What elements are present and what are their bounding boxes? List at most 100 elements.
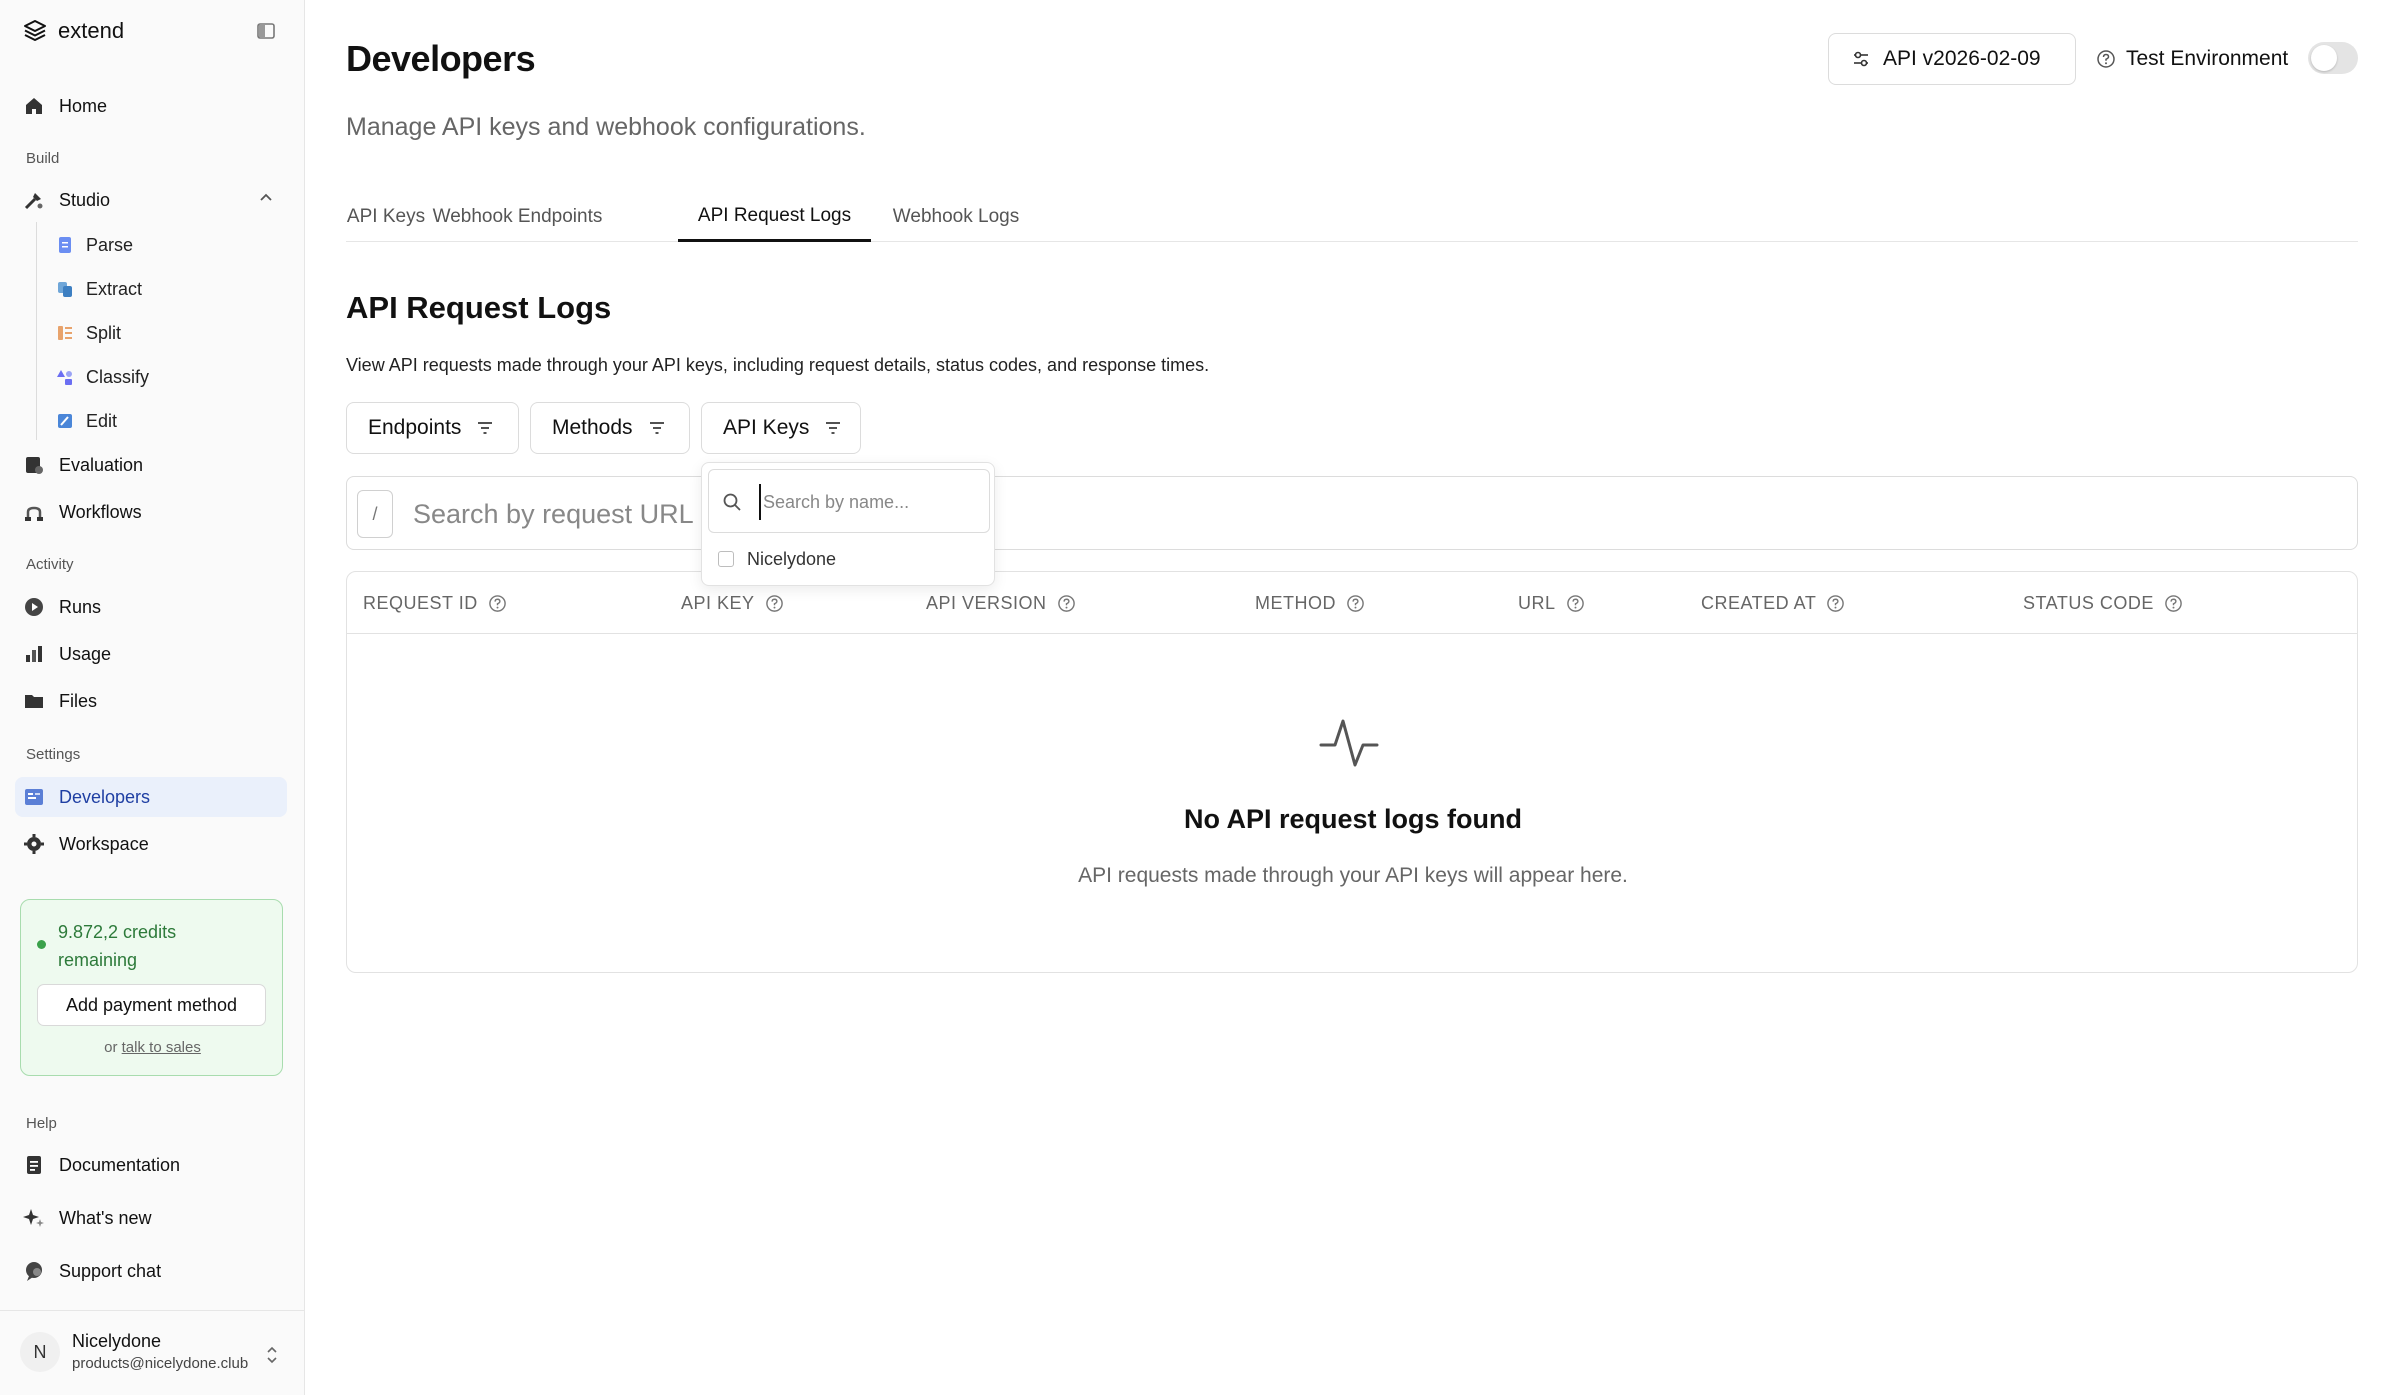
section-label-help: Help — [26, 1115, 57, 1132]
empty-state-title: No API request logs found — [1183, 804, 1522, 834]
developers-icon — [25, 789, 43, 805]
tab-webhook-logs[interactable]: Webhook Logs — [871, 192, 1041, 242]
test-environment-toggle[interactable] — [2308, 42, 2358, 74]
toggle-knob — [2311, 45, 2337, 71]
sidebar: extend Home Build Studio Parse Extract S… — [0, 0, 305, 1395]
table-header: REQUEST ID API KEY API VERSION METHOD UR… — [347, 572, 2357, 634]
sidebar-item-runs[interactable]: Runs — [15, 587, 287, 627]
tab-api-request-logs[interactable]: API Request Logs — [678, 192, 871, 242]
parse-icon — [59, 237, 71, 253]
sidebar-item-workspace[interactable]: Workspace — [15, 824, 287, 864]
api-version-button[interactable]: API v2026-02-09 — [1828, 33, 2076, 85]
help-circle-icon[interactable] — [765, 594, 784, 613]
studio-tree-line — [36, 222, 37, 440]
api-key-search-input[interactable] — [759, 484, 979, 520]
chevron-up-icon[interactable] — [258, 190, 274, 206]
play-icon — [25, 598, 43, 616]
column-created-at[interactable]: CREATED AT — [1701, 572, 1845, 634]
sparkle-icon — [23, 1209, 44, 1227]
document-icon — [27, 1156, 41, 1174]
credits-status-dot — [37, 940, 46, 949]
sidebar-subitem-classify[interactable]: Classify — [56, 360, 149, 394]
request-search-bar: / — [346, 476, 2358, 550]
help-circle-icon[interactable] — [1057, 594, 1076, 613]
avatar: N — [20, 1332, 60, 1372]
help-circle-icon[interactable] — [2164, 594, 2183, 613]
folder-icon — [25, 695, 43, 708]
api-keys-dropdown: Nicelydone — [701, 462, 995, 586]
filter-icon — [478, 422, 493, 434]
search-icon — [723, 493, 741, 511]
section-label-activity: Activity — [26, 556, 74, 573]
sidebar-item-documentation[interactable]: Documentation — [15, 1145, 287, 1185]
support-chat-icon — [26, 1262, 42, 1281]
talk-to-sales-link[interactable]: talk to sales — [122, 1039, 201, 1056]
help-circle-icon[interactable] — [2096, 49, 2116, 69]
sidebar-item-support-chat[interactable]: Support chat — [15, 1251, 287, 1291]
api-keys-filter-button[interactable]: API Keys — [701, 402, 861, 454]
chevron-up-down-icon — [267, 1346, 277, 1364]
empty-state-description: API requests made through your API keys … — [1078, 864, 1628, 887]
help-circle-icon[interactable] — [1346, 594, 1365, 613]
section-title: API Request Logs — [346, 290, 612, 325]
add-payment-method-button[interactable]: Add payment method — [37, 984, 266, 1026]
sidebar-item-whats-new[interactable]: What's new — [15, 1198, 287, 1238]
collapse-sidebar-icon[interactable] — [256, 21, 276, 41]
activity-pulse-icon — [1319, 719, 1379, 767]
tab-webhook-endpoints[interactable]: Webhook Endpoints — [426, 192, 609, 242]
tab-api-keys[interactable]: API Keys — [346, 192, 426, 242]
bar-chart-icon — [26, 646, 42, 662]
section-description: View API requests made through your API … — [346, 355, 1210, 375]
section-label-settings: Settings — [26, 746, 81, 763]
request-search-input[interactable] — [413, 491, 2313, 537]
gear-icon — [24, 834, 44, 854]
sidebar-item-workflows[interactable]: Workflows — [15, 492, 287, 532]
filter-icon — [649, 422, 664, 434]
split-icon — [58, 326, 72, 340]
sidebar-subitem-extract[interactable]: Extract — [56, 272, 142, 306]
talk-to-sales: or talk to sales — [104, 1039, 201, 1056]
sidebar-item-evaluation[interactable]: Evaluation — [15, 445, 287, 485]
page-title: Developers — [346, 38, 536, 79]
evaluation-icon — [26, 457, 43, 474]
sidebar-item-developers[interactable]: Developers — [15, 777, 287, 817]
sidebar-subitem-split[interactable]: Split — [56, 316, 121, 350]
credits-remaining: 9.872,2 credits remaining — [58, 922, 177, 970]
sidebar-subitem-edit[interactable]: Edit — [56, 404, 117, 438]
column-request-id[interactable]: REQUEST ID — [363, 572, 507, 634]
sidebar-item-studio[interactable]: Studio — [15, 180, 287, 220]
column-status-code[interactable]: STATUS CODE — [2023, 572, 2183, 634]
extend-logo-icon — [24, 20, 46, 41]
endpoints-filter-button[interactable]: Endpoints — [346, 402, 519, 454]
classify-icon — [57, 370, 72, 385]
workflows-icon — [25, 506, 43, 521]
page-subtitle: Manage API keys and webhook configuratio… — [346, 113, 866, 141]
sliders-icon — [1854, 51, 1868, 67]
api-key-option[interactable]: Nicelydone — [718, 545, 836, 573]
column-method[interactable]: METHOD — [1255, 572, 1365, 634]
tabs: API Keys Webhook Endpoints API Request L… — [346, 192, 2358, 242]
edit-icon — [58, 414, 72, 428]
section-label-build: Build — [26, 150, 60, 167]
api-key-checkbox[interactable] — [718, 551, 734, 567]
sidebar-item-usage[interactable]: Usage — [15, 634, 287, 674]
request-logs-table: REQUEST ID API KEY API VERSION METHOD UR… — [346, 571, 2358, 973]
test-environment: Test Environment — [2096, 44, 2288, 74]
filter-icon — [826, 422, 841, 434]
sidebar-item-files[interactable]: Files — [15, 681, 287, 721]
user-account-switcher[interactable]: N Nicelydone products@nicelydone.club — [0, 1310, 305, 1395]
brand[interactable]: extend — [22, 18, 124, 44]
methods-filter-button[interactable]: Methods — [530, 402, 690, 454]
credits-card: 9.872,2 credits remaining Add payment me… — [20, 899, 283, 1076]
help-circle-icon[interactable] — [1566, 594, 1585, 613]
studio-icon — [24, 193, 43, 210]
brand-name: extend — [58, 18, 125, 43]
column-url[interactable]: URL — [1518, 572, 1585, 634]
sidebar-subitem-parse[interactable]: Parse — [56, 228, 133, 262]
user-name: Nicelydone — [72, 1331, 162, 1351]
help-circle-icon[interactable] — [488, 594, 507, 613]
search-shortcut-key: / — [357, 490, 393, 538]
user-email: products@nicelydone.club — [72, 1355, 249, 1372]
sidebar-item-home[interactable]: Home — [15, 86, 287, 126]
help-circle-icon[interactable] — [1826, 594, 1845, 613]
